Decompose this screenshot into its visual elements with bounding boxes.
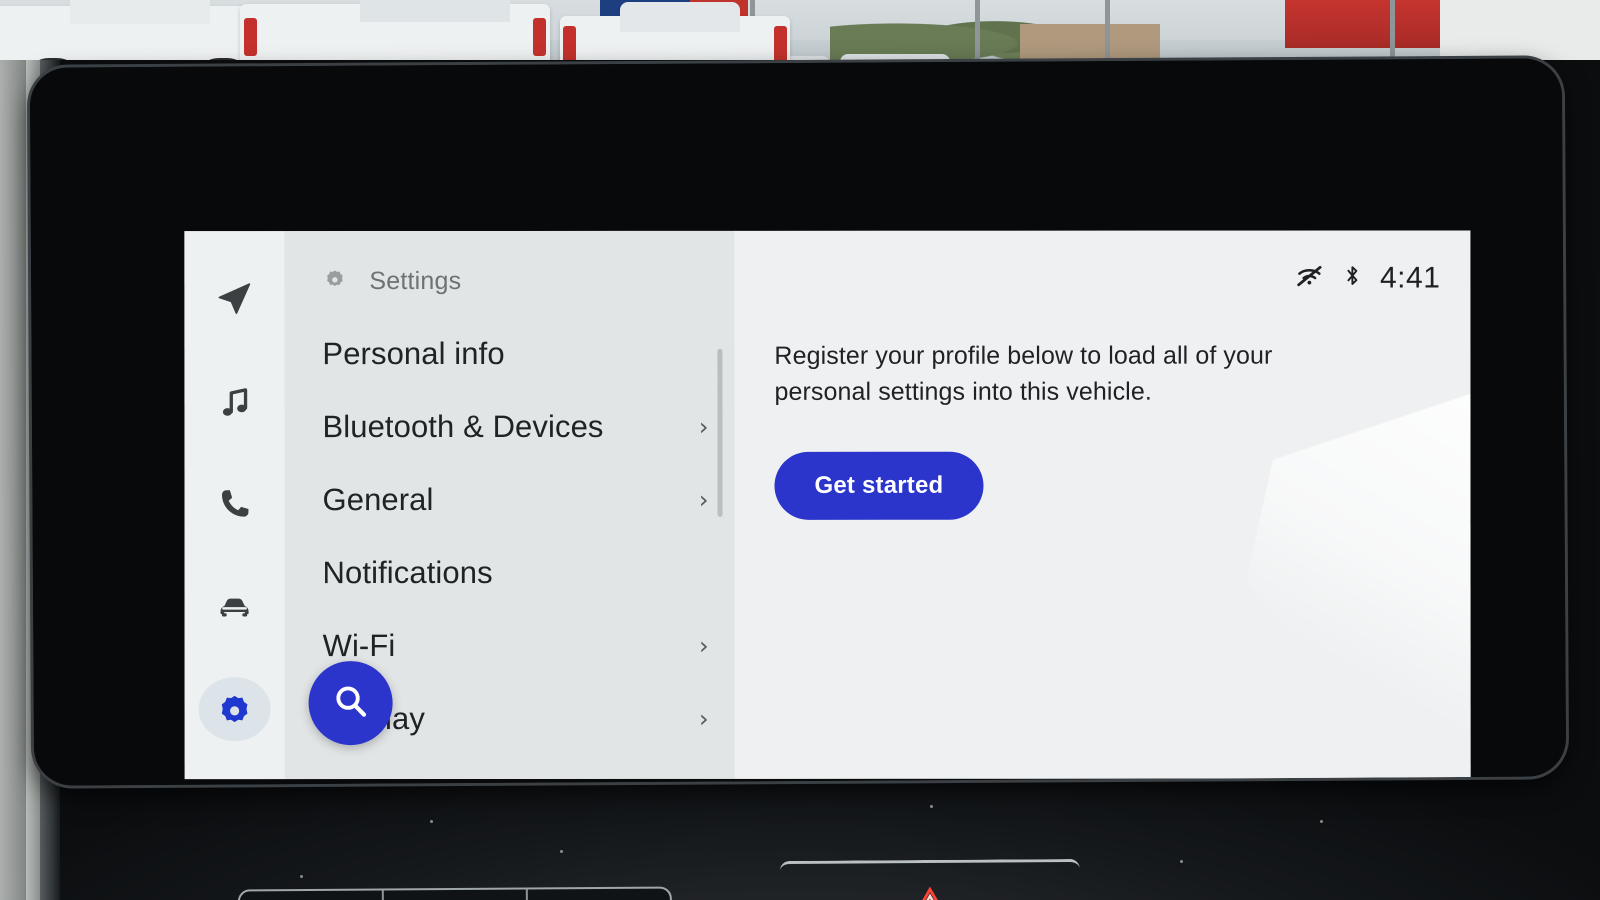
menu-item-label: Sound & Media — [323, 773, 536, 779]
menu-item-notifications[interactable]: Notifications › — [285, 536, 735, 609]
settings-panel-header: Settings — [284, 259, 734, 303]
sidebar-item-vehicle[interactable] — [199, 574, 271, 638]
menu-item-label: Personal info — [322, 335, 505, 371]
network-off-icon — [1294, 261, 1324, 296]
search-icon — [329, 679, 373, 728]
menu-item-label: Bluetooth & Devices — [322, 408, 604, 444]
menu-item-general[interactable]: General › — [284, 463, 734, 536]
menu-item-personal-info[interactable]: Personal info › — [284, 317, 734, 390]
menu-item-bluetooth-devices[interactable]: Bluetooth & Devices › — [284, 390, 734, 463]
sidebar-item-navigation[interactable] — [198, 267, 270, 331]
power-button[interactable] — [383, 889, 529, 900]
car-icon — [215, 587, 255, 627]
music-note-icon — [215, 383, 253, 421]
settings-list-panel: Settings Personal info › Bluetooth & Dev… — [284, 230, 735, 780]
infotainment-ui: Settings Personal info › Bluetooth & Dev… — [184, 230, 1471, 780]
sidebar-item-settings[interactable] — [198, 676, 271, 742]
screen-glare-reflection — [1180, 380, 1470, 740]
gear-icon — [216, 690, 254, 728]
registration-description: Register your profile below to load all … — [774, 341, 1273, 406]
building-red — [1285, 0, 1453, 48]
menu-item-sound-media[interactable]: Sound & Media › — [285, 755, 735, 779]
menu-item-label: General — [322, 481, 434, 517]
dashboard-console: Settings Personal info › Bluetooth & Dev… — [0, 58, 1600, 900]
chevron-right-icon: › — [699, 704, 709, 733]
volume-down-button[interactable]: VOL − — [239, 890, 385, 900]
chevron-right-icon: › — [698, 412, 709, 441]
volume-up-button[interactable]: VOL + — [528, 888, 670, 900]
app-rail — [184, 231, 285, 780]
menu-item-label: Notifications — [322, 554, 493, 590]
vehicle-dashboard-photo: Settings Personal info › Bluetooth & Dev… — [0, 0, 1600, 900]
clock: 4:41 — [1379, 261, 1441, 295]
navigation-arrow-icon — [214, 279, 254, 319]
hazard-lights-button[interactable] — [779, 858, 1081, 900]
sidebar-item-phone[interactable] — [198, 472, 270, 536]
menu-item-label: Wi-Fi — [322, 627, 396, 663]
infotainment-display[interactable]: Settings Personal info › Bluetooth & Dev… — [29, 58, 1567, 786]
settings-panel-title: Settings — [369, 266, 462, 295]
chevron-right-icon: › — [698, 631, 709, 660]
bluetooth-icon — [1340, 261, 1364, 296]
chevron-right-icon: › — [698, 485, 709, 514]
search-button[interactable] — [308, 661, 393, 746]
phone-icon — [215, 485, 253, 523]
get-started-button[interactable]: Get started — [774, 451, 984, 520]
physical-button-bank: VOL − VOL + — [237, 886, 673, 900]
profile-registration-panel: 4:41 Register your profile below to load… — [734, 230, 1471, 779]
status-bar: 4:41 — [1294, 261, 1440, 296]
hazard-triangle-icon — [909, 884, 951, 900]
settings-list-scrollbar[interactable] — [717, 348, 723, 517]
gear-icon — [322, 266, 347, 296]
sidebar-item-media[interactable] — [198, 370, 270, 434]
